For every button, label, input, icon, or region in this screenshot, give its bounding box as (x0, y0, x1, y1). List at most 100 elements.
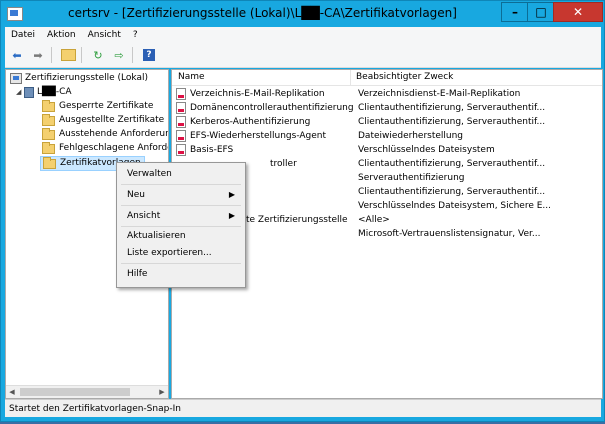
context-menu-neu[interactable]: Neu ▶ (119, 187, 243, 203)
folder-up-icon (60, 49, 76, 61)
template-icon (176, 130, 186, 142)
menu-separator (121, 263, 241, 264)
folder-icon (42, 99, 55, 112)
certificate-authority-icon (24, 87, 34, 98)
row-name: EFS-Wiederherstellungs-Agent (190, 131, 327, 141)
tree-item-label: Ausgestellte Zertifikate (59, 115, 165, 125)
scrollbar-thumb[interactable] (20, 388, 130, 396)
tree-item-failed[interactable]: Fehlgeschlagene Anforder (42, 141, 168, 155)
menu-datei[interactable]: Datei (5, 30, 41, 40)
context-menu: Verwalten Neu ▶ Ansicht ▶ Aktualisieren … (116, 162, 246, 288)
submenu-arrow-icon: ▶ (228, 211, 235, 220)
tree-ca-node[interactable]: ◢ L██-CA (16, 86, 72, 99)
menu-separator (121, 226, 241, 227)
menu-separator (121, 205, 241, 206)
context-menu-label: Neu (127, 190, 145, 200)
submenu-arrow-icon: ▶ (228, 190, 235, 199)
template-icon (176, 144, 186, 156)
row-name: Kerberos-Authentifizierung (190, 117, 311, 127)
close-button[interactable]: ✕ (553, 2, 603, 22)
table-row[interactable]: Basis-EFS Verschlüsselndes Dateisystem (172, 143, 602, 157)
table-row[interactable]: Kerberos-Authentifizierung Clientauthent… (172, 115, 602, 129)
help-icon: ? (143, 49, 155, 61)
template-icon (176, 102, 186, 114)
row-purpose: Microsoft-Vertrauenslistensignatur, Ver.… (358, 229, 541, 239)
toolbar-separator (51, 47, 52, 63)
context-menu-liste-exportieren[interactable]: Liste exportieren... (119, 245, 243, 261)
row-purpose: Verschlüsselndes Dateisystem, Sichere E.… (358, 201, 552, 211)
folder-icon (42, 127, 55, 140)
context-menu-verwalten[interactable]: Verwalten (119, 166, 243, 182)
row-purpose: Clientauthentifizierung, Serverauthentif… (358, 187, 546, 197)
minimize-button[interactable]: – (501, 2, 529, 22)
row-name: te Zertifizierungsstelle (246, 215, 348, 225)
context-menu-label: Ansicht (127, 211, 161, 221)
row-purpose: Verzeichnisdienst-E-Mail-Replikation (358, 89, 521, 99)
folder-icon (42, 113, 55, 126)
maximize-button[interactable]: □ (527, 2, 555, 22)
refresh-button[interactable]: ↻ (89, 46, 107, 64)
row-name: Basis-EFS (190, 145, 234, 155)
tree-root-label: Zertifizierungsstelle (Lokal) (25, 73, 148, 83)
tree-item-revoked[interactable]: Gesperrte Zertifikate (42, 99, 154, 113)
back-arrow-icon: ⬅ (12, 48, 22, 62)
table-row[interactable]: Domänencontrollerauthentifizierung Clien… (172, 101, 602, 115)
row-purpose: Clientauthentifizierung, Serverauthentif… (358, 103, 546, 113)
maximize-icon: □ (535, 5, 547, 19)
table-row[interactable]: EFS-Wiederherstellungs-Agent Dateiwieder… (172, 129, 602, 143)
minimize-icon: – (512, 5, 518, 19)
context-menu-ansicht[interactable]: Ansicht ▶ (119, 208, 243, 224)
folder-icon (42, 141, 55, 154)
forward-arrow-icon: ➡ (33, 48, 43, 62)
help-button[interactable]: ? (140, 46, 158, 64)
scroll-right-icon[interactable]: ▶ (156, 386, 168, 398)
toolbar-separator (132, 47, 133, 63)
computer-icon (10, 73, 22, 84)
table-row[interactable]: Verzeichnis-E-Mail-Replikation Verzeichn… (172, 87, 602, 101)
column-header-name[interactable]: Name (178, 72, 205, 82)
column-divider[interactable] (350, 70, 351, 85)
tree-ca-label: L██-CA (37, 87, 72, 97)
tree-item-issued[interactable]: Ausgestellte Zertifikate (42, 113, 165, 127)
tree-item-pending[interactable]: Ausstehende Anforderung (42, 127, 169, 141)
menu-ansicht[interactable]: Ansicht (82, 30, 127, 40)
row-purpose: Dateiwiederherstellung (358, 131, 464, 141)
tree-root[interactable]: Zertifizierungsstelle (Lokal) (10, 72, 148, 85)
export-icon: ⇨ (114, 48, 124, 62)
row-purpose: <Alle> (358, 215, 390, 225)
menu-help[interactable]: ? (127, 30, 144, 40)
list-header: Name Beabsichtigter Zweck (172, 70, 602, 86)
status-bar: Startet den Zertifikatvorlagen-Snap-In (5, 399, 601, 417)
export-list-button[interactable]: ⇨ (110, 46, 128, 64)
row-purpose: Clientauthentifizierung, Serverauthentif… (358, 159, 546, 169)
close-icon: ✕ (572, 5, 584, 19)
row-name: Verzeichnis-E-Mail-Replikation (190, 89, 325, 99)
scroll-left-icon[interactable]: ◀ (6, 386, 18, 398)
title-bar[interactable]: certsrv - [Zertifizierungsstelle (Lokal)… (1, 1, 604, 27)
row-purpose: Serverauthentifizierung (358, 173, 465, 183)
toolbar: ⬅ ➡ ↻ ⇨ ? (5, 43, 601, 68)
window-title: certsrv - [Zertifizierungsstelle (Lokal)… (68, 6, 457, 20)
folder-icon (43, 156, 56, 169)
menu-aktion[interactable]: Aktion (41, 30, 82, 40)
tree-item-label: Ausstehende Anforderung (59, 129, 169, 139)
template-icon (176, 88, 186, 100)
column-header-purpose[interactable]: Beabsichtigter Zweck (356, 72, 453, 82)
collapse-triangle-icon[interactable]: ◢ (16, 86, 24, 99)
row-purpose: Clientauthentifizierung, Serverauthentif… (358, 117, 546, 127)
context-menu-aktualisieren[interactable]: Aktualisieren (119, 228, 243, 244)
tree-item-label: Gesperrte Zertifikate (59, 101, 154, 111)
row-purpose: Verschlüsselndes Dateisystem (358, 145, 495, 155)
refresh-icon: ↻ (93, 48, 103, 62)
row-name: troller (270, 159, 297, 169)
back-button[interactable]: ⬅ (8, 46, 26, 64)
up-one-level-button[interactable] (59, 46, 77, 64)
row-name: Domänencontrollerauthentifizierung (190, 103, 354, 113)
toolbar-separator (81, 47, 82, 63)
mmc-window: certsrv - [Zertifizierungsstelle (Lokal)… (0, 0, 605, 422)
tree-horizontal-scrollbar[interactable]: ◀ ▶ (6, 385, 168, 398)
menu-bar: Datei Aktion Ansicht ? (5, 27, 601, 43)
forward-button[interactable]: ➡ (29, 46, 47, 64)
menu-separator (121, 184, 241, 185)
context-menu-hilfe[interactable]: Hilfe (119, 266, 243, 282)
